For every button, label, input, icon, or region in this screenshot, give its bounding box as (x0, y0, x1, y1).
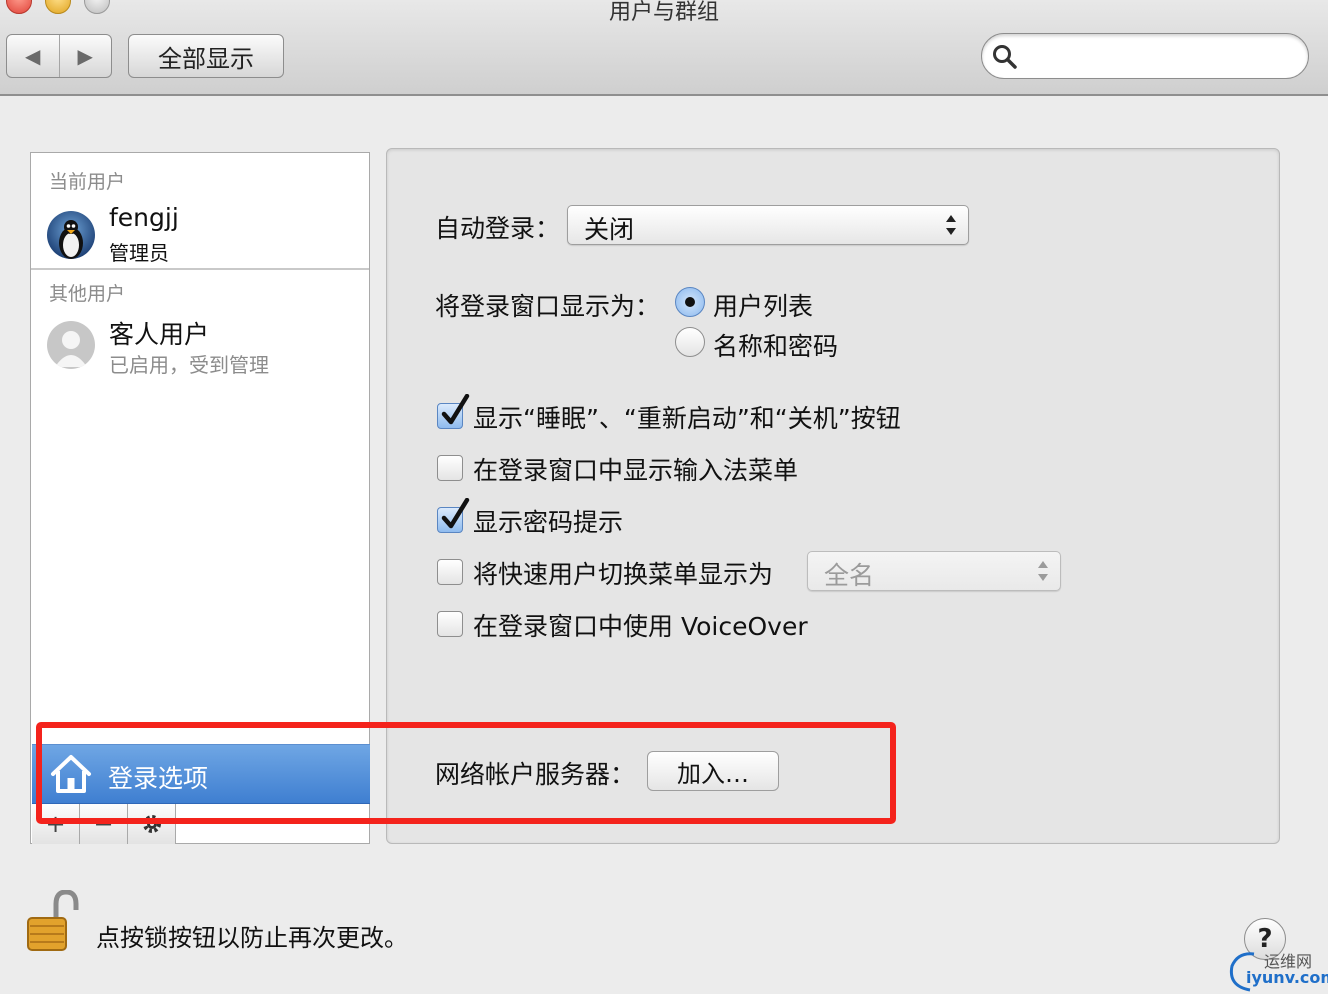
search-input[interactable] (981, 33, 1309, 79)
show-input-menu-checkbox[interactable] (437, 455, 463, 481)
show-all-button[interactable]: 全部显示 (128, 34, 284, 78)
other-users-heading: 其他用户 (49, 283, 126, 305)
login-options-item[interactable]: 登录选项 (32, 744, 370, 804)
network-account-server-label: 网络帐户服务器： (435, 760, 636, 789)
popup-arrows-icon (1038, 561, 1048, 581)
show-input-menu-label: 在登录窗口中显示输入法菜单 (473, 456, 799, 485)
show-sleep-restart-shutdown-checkbox[interactable] (437, 394, 470, 429)
auto-login-popup[interactable]: 关闭 (567, 205, 969, 245)
forward-button[interactable]: ▶ (58, 35, 112, 77)
show-password-hints-label: 显示密码提示 (473, 508, 624, 537)
fast-user-switching-label: 将快速用户切换菜单显示为 (473, 560, 774, 589)
back-arrow-icon: ◀ (25, 44, 41, 68)
user-role: 管理员 (109, 241, 169, 265)
home-icon (51, 755, 91, 793)
user-row-fengjj[interactable]: fengjj 管理员 (31, 203, 369, 267)
back-button[interactable]: ◀ (7, 35, 59, 77)
join-button[interactable]: 加入… (647, 751, 779, 791)
guest-user-name: 客人用户 (109, 320, 210, 349)
gear-icon (142, 815, 161, 833)
silhouette-avatar (47, 321, 95, 369)
user-list-footer: + − (32, 804, 370, 844)
show-password-hints-checkbox[interactable] (437, 498, 470, 533)
add-user-button[interactable]: + (32, 804, 80, 844)
watermark: 运维网 iyunv.com (1224, 946, 1328, 994)
fast-switch-value: 全名 (824, 561, 875, 590)
penguin-avatar (47, 211, 95, 259)
auto-login-value: 关闭 (584, 215, 635, 244)
window-title: 用户与群组 (608, 0, 719, 25)
popup-arrows-icon (946, 215, 956, 235)
fast-switch-popup[interactable]: 全名 (807, 551, 1061, 591)
forward-arrow-icon: ▶ (77, 44, 93, 68)
current-users-heading: 当前用户 (49, 171, 126, 193)
user-list: 当前用户 fengjj 管理员 其他用户 客人用户 已启用，受到管理 (30, 152, 370, 844)
back-forward-group: ◀ ▶ (6, 34, 112, 78)
name-and-password-option-label: 名称和密码 (713, 332, 839, 361)
voiceover-checkbox[interactable] (437, 611, 463, 637)
user-list-radio[interactable] (675, 287, 705, 317)
watermark-en-text: iyunv.com (1246, 968, 1328, 987)
guest-user-status: 已启用，受到管理 (109, 353, 269, 377)
checkmark-icon (441, 394, 470, 425)
checkmark-icon (441, 498, 470, 529)
user-list-option-label: 用户列表 (713, 292, 814, 321)
search-icon (993, 45, 1017, 69)
show-sleep-restart-shutdown-label: 显示“睡眠”、“重新启动”和“关机”按钮 (473, 404, 901, 433)
fast-user-switching-checkbox[interactable] (437, 559, 463, 585)
voiceover-label: 在登录窗口中使用 VoiceOver (473, 612, 808, 641)
auto-login-label: 自动登录： (435, 214, 561, 243)
user-row-guest[interactable]: 客人用户 已启用，受到管理 (31, 313, 369, 377)
window-toolbar: 用户与群组 ◀ ▶ 全部显示 (0, 0, 1328, 96)
remove-user-button[interactable]: − (80, 804, 128, 844)
user-name: fengjj (109, 203, 179, 232)
action-menu-button[interactable] (128, 804, 176, 844)
list-divider (31, 268, 369, 270)
lock-icon[interactable] (26, 890, 82, 954)
name-and-password-radio[interactable] (675, 327, 705, 357)
lock-description: 点按锁按钮以防止再次更改。 (96, 924, 408, 952)
login-options-label: 登录选项 (108, 764, 209, 793)
login-options-panel: 自动登录： 关闭 将登录窗口显示为： 用户列表 名称和密码 显示“睡眠”、“重新… (386, 148, 1280, 844)
display-login-as-label: 将登录窗口显示为： (435, 292, 661, 321)
